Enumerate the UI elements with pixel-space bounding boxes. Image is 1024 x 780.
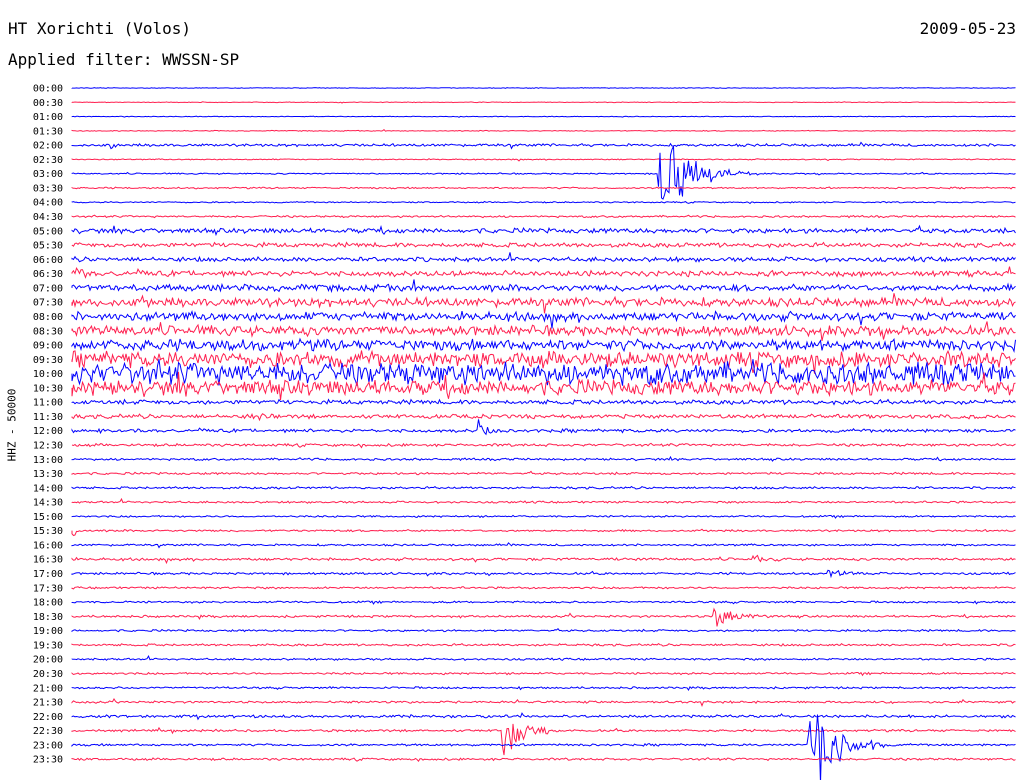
time-label: 08:00 (33, 312, 63, 323)
trace-line (71, 145, 1016, 200)
trace-line (71, 321, 1016, 342)
trace-line (71, 714, 1016, 780)
time-label: 06:00 (33, 255, 63, 266)
time-label: 02:30 (33, 155, 63, 166)
trace-line (71, 627, 1016, 633)
time-label: 11:00 (33, 398, 63, 409)
time-label: 16:30 (33, 555, 63, 566)
trace-line (71, 241, 1016, 249)
trace-line (71, 698, 1016, 707)
trace-line (71, 412, 1016, 422)
trace-line (71, 497, 1016, 504)
trace-line (71, 442, 1016, 449)
time-label: 03:00 (33, 169, 63, 180)
trace-line (71, 586, 1016, 590)
trace-line (71, 554, 1016, 565)
time-label: 22:30 (33, 726, 63, 737)
trace-line (71, 514, 1016, 519)
trace-line (71, 115, 1016, 118)
trace-line (71, 723, 1016, 756)
time-label: 03:30 (33, 183, 63, 194)
time-label: 09:00 (33, 341, 63, 352)
time-label: 10:30 (33, 383, 63, 394)
time-label: 18:30 (33, 612, 63, 623)
time-label: 16:00 (33, 540, 63, 551)
time-label: 09:30 (33, 355, 63, 366)
trace-line (71, 158, 1016, 162)
trace-line (71, 101, 1016, 104)
time-label: 06:30 (33, 269, 63, 280)
time-label: 07:00 (33, 283, 63, 294)
time-label: 14:30 (33, 498, 63, 509)
trace-line (71, 200, 1016, 205)
time-label: 17:00 (33, 569, 63, 580)
trace-line (71, 671, 1016, 677)
trace-line (71, 266, 1016, 279)
time-label: 21:00 (33, 683, 63, 694)
trace-line (71, 214, 1016, 219)
time-label: 13:00 (33, 455, 63, 466)
trace-line (71, 86, 1016, 89)
trace-line (71, 224, 1016, 237)
time-label: 04:30 (33, 212, 63, 223)
trace-line (71, 310, 1016, 329)
time-label: 14:00 (33, 483, 63, 494)
time-label: 20:00 (33, 655, 63, 666)
trace-line (71, 485, 1016, 490)
time-label: 04:00 (33, 198, 63, 209)
trace-line (71, 600, 1016, 605)
time-label: 23:30 (33, 755, 63, 766)
time-label: 13:30 (33, 469, 63, 480)
trace-line (71, 337, 1016, 354)
trace-line (71, 542, 1016, 549)
trace-line (71, 455, 1016, 462)
seismogram-plot: 00:00 00:30 01:00 01:30 02:00 02:30 03:00 03:30… (33, 84, 1016, 780)
time-label: 18:00 (33, 598, 63, 609)
trace-line (71, 470, 1016, 476)
time-label: 05:00 (33, 226, 63, 237)
time-label: 01:00 (33, 112, 63, 123)
trace-line (71, 252, 1016, 263)
time-label: 12:00 (33, 426, 63, 437)
time-label: 10:00 (33, 369, 63, 380)
trace-line (71, 419, 1016, 436)
trace-line (71, 712, 1016, 721)
trace-line (71, 186, 1016, 190)
trace-line (71, 293, 1016, 314)
time-label: 12:30 (33, 441, 63, 452)
time-label: 15:30 (33, 526, 63, 537)
time-label: 20:30 (33, 669, 63, 680)
time-label: 08:30 (33, 326, 63, 337)
trace-line (71, 279, 1016, 294)
time-label: 19:00 (33, 626, 63, 637)
trace-line (71, 757, 1016, 763)
trace-line (71, 654, 1016, 661)
time-label: 01:30 (33, 126, 63, 137)
trace-line (71, 398, 1016, 406)
time-label: 17:30 (33, 583, 63, 594)
trace-line (71, 528, 1016, 537)
time-label: 22:00 (33, 712, 63, 723)
time-label: 15:00 (33, 512, 63, 523)
time-label: 05:30 (33, 241, 63, 252)
trace-line (71, 607, 1016, 627)
trace-line (71, 642, 1016, 647)
time-label: 00:00 (33, 84, 63, 95)
time-label: 00:30 (33, 98, 63, 109)
time-label: 21:30 (33, 698, 63, 709)
trace-line (71, 569, 1016, 579)
trace-line (71, 141, 1016, 150)
time-label: 07:30 (33, 298, 63, 309)
time-label: 23:00 (33, 740, 63, 751)
trace-line (71, 685, 1016, 692)
trace-line (71, 129, 1016, 132)
time-label: 02:00 (33, 141, 63, 152)
time-label: 19:30 (33, 640, 63, 651)
time-label: 11:30 (33, 412, 63, 423)
